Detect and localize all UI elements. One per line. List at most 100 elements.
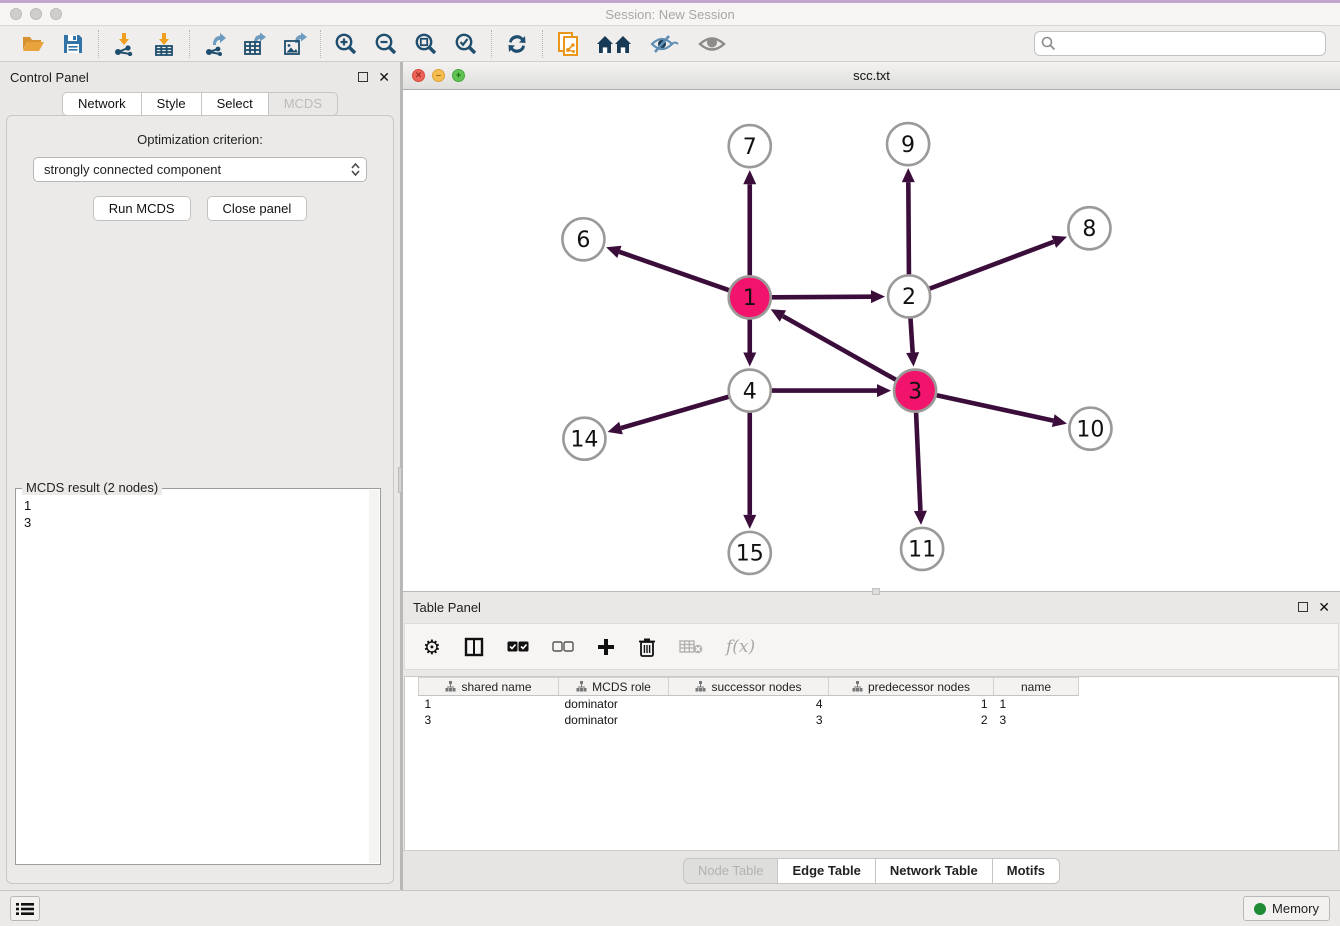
add-column-button[interactable] [597, 634, 615, 660]
tab-select[interactable]: Select [202, 92, 269, 116]
hide-columns-button[interactable] [552, 634, 574, 660]
splitter-handle[interactable] [872, 588, 880, 595]
table-cell[interactable]: 2 [829, 712, 994, 728]
zoom-out-button[interactable] [373, 31, 399, 57]
import-network-button[interactable] [111, 31, 137, 57]
search-box [1034, 31, 1326, 56]
close-panel-icon[interactable]: ✕ [378, 72, 390, 82]
hide-selected-button[interactable] [647, 31, 681, 57]
export-network-button[interactable] [202, 31, 228, 57]
edge-1-6[interactable] [619, 252, 729, 290]
tab-style[interactable]: Style [142, 92, 202, 116]
export-table-icon [242, 32, 268, 56]
table-cell[interactable]: 3 [669, 712, 829, 728]
table-cell[interactable]: 3 [994, 712, 1079, 728]
task-list-icon [16, 902, 34, 916]
optimization-criterion-label: Optimization criterion: [7, 132, 393, 147]
zoom-selected-button[interactable] [453, 31, 479, 57]
panel-resize-handle[interactable] [398, 467, 402, 493]
run-mcds-button[interactable]: Run MCDS [93, 196, 191, 221]
table-cell[interactable]: 4 [669, 696, 829, 712]
refresh-button[interactable] [504, 31, 530, 57]
table-cell[interactable]: 3 [419, 712, 559, 728]
export-table-button[interactable] [242, 31, 268, 57]
table-cell[interactable]: 1 [994, 696, 1079, 712]
network-view-window: ✕ – + scc.txt 7968124314101511 [402, 62, 1340, 592]
delete-column-button[interactable] [638, 634, 656, 660]
table-settings-button[interactable]: ⚙ [423, 634, 441, 660]
tab-mcds[interactable]: MCDS [269, 92, 338, 116]
node-table[interactable]: shared name MCDS rolesuccessor nodesprede… [404, 676, 1339, 850]
houses-icon [596, 33, 632, 55]
edge-3-10[interactable] [937, 395, 1054, 420]
column-label: shared name [461, 680, 531, 694]
export-network-icon [203, 32, 227, 56]
result-scrollbar[interactable] [369, 490, 379, 863]
column-header-name[interactable]: name [994, 678, 1079, 696]
network-file-icon [556, 31, 580, 57]
export-image-button[interactable] [282, 31, 308, 57]
save-session-button[interactable] [60, 31, 86, 57]
zoom-in-button[interactable] [333, 31, 359, 57]
tab-network[interactable]: Network [62, 92, 142, 116]
show-all-button[interactable] [695, 31, 729, 57]
close-panel-icon[interactable]: ✕ [1318, 602, 1330, 612]
edge-3-1[interactable] [783, 316, 896, 380]
shared-column-icon [445, 681, 456, 692]
table-cell[interactable]: dominator [559, 712, 669, 728]
edge-1-2[interactable] [772, 297, 871, 298]
node-label-10: 10 [1076, 417, 1104, 442]
table-cell[interactable]: 1 [419, 696, 559, 712]
mcds-result-list[interactable]: 1 3 [16, 489, 380, 531]
status-bar: Memory [0, 890, 1340, 926]
import-network-icon [112, 32, 136, 56]
zoom-fit-button[interactable] [413, 31, 439, 57]
import-table-button[interactable] [151, 31, 177, 57]
edge-3-11[interactable] [916, 413, 920, 511]
tab-motifs[interactable]: Motifs [993, 858, 1060, 884]
memory-button[interactable]: Memory [1243, 896, 1330, 921]
arrowhead-icon [743, 353, 756, 367]
memory-label: Memory [1272, 901, 1319, 916]
node-label-3: 3 [908, 379, 922, 404]
close-panel-button[interactable]: Close panel [207, 196, 308, 221]
network-canvas[interactable]: 7968124314101511 [403, 90, 1340, 592]
column-header-shared-name[interactable]: shared name [419, 678, 559, 696]
column-header-MCDS-role[interactable]: MCDS role [559, 678, 669, 696]
table-cell[interactable]: dominator [559, 696, 669, 712]
refresh-icon [505, 32, 529, 56]
network-window-titlebar[interactable]: ✕ – + scc.txt [403, 62, 1340, 90]
edge-4-14[interactable] [621, 397, 729, 428]
control-panel-title: Control Panel [10, 70, 89, 85]
optimization-criterion-select[interactable]: strongly connected component [33, 157, 367, 182]
first-neighbors-button[interactable] [595, 31, 633, 57]
show-columns-button[interactable] [507, 634, 529, 660]
function-builder-button[interactable]: f(x) [726, 634, 755, 660]
column-header-predecessor-nodes[interactable]: predecessor nodes [829, 678, 994, 696]
tab-network-table[interactable]: Network Table [876, 858, 993, 884]
table-cell[interactable]: 1 [829, 696, 994, 712]
tab-node-table[interactable]: Node Table [683, 858, 779, 884]
tab-edge-table[interactable]: Edge Table [778, 858, 875, 884]
task-history-button[interactable] [10, 896, 40, 921]
arrowhead-icon [1052, 414, 1067, 427]
new-network-from-selection-button[interactable] [555, 31, 581, 57]
open-folder-icon [21, 33, 45, 55]
open-session-button[interactable] [20, 31, 46, 57]
float-panel-icon[interactable] [358, 72, 368, 82]
table-row[interactable]: 1dominator411 [419, 696, 1079, 712]
float-panel-icon[interactable] [1298, 602, 1308, 612]
edge-2-8[interactable] [930, 242, 1054, 289]
window-titlebar: Session: New Session [0, 0, 1340, 26]
column-panel-button[interactable] [464, 634, 484, 660]
arrowhead-icon [743, 170, 756, 184]
network-window-title: scc.txt [403, 68, 1340, 83]
arrowhead-icon [877, 384, 891, 397]
table-row[interactable]: 3dominator323 [419, 712, 1079, 728]
column-label: name [1021, 680, 1051, 694]
edge-2-9[interactable] [908, 182, 909, 274]
edge-2-3[interactable] [910, 318, 912, 352]
search-input[interactable] [1034, 31, 1326, 56]
delete-table-button[interactable] [679, 634, 703, 660]
column-header-successor-nodes[interactable]: successor nodes [669, 678, 829, 696]
